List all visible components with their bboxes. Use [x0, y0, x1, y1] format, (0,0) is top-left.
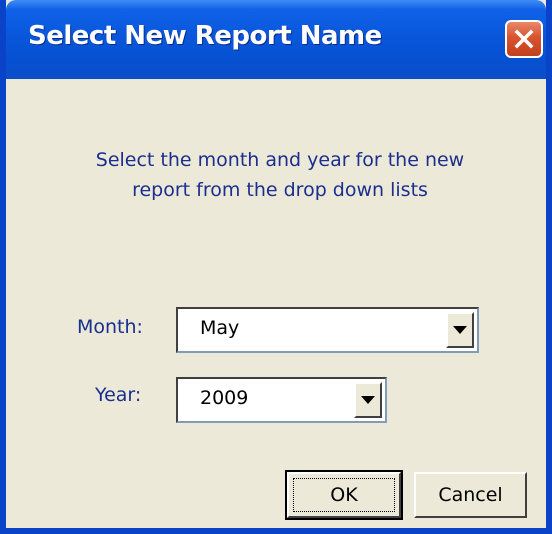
title-bar[interactable]: Select New Report Name	[6, 0, 546, 79]
ok-button-label: OK	[330, 484, 358, 506]
chevron-down-icon	[361, 396, 375, 404]
year-dropdown-button[interactable]	[354, 382, 382, 418]
month-selected-value: May	[200, 317, 240, 339]
month-dropdown-button[interactable]	[446, 312, 474, 348]
year-label: Year:	[95, 384, 142, 406]
ok-button[interactable]: OK	[285, 470, 403, 520]
close-button[interactable]	[505, 20, 543, 58]
cancel-button[interactable]: Cancel	[414, 472, 527, 518]
month-label: Month:	[77, 316, 143, 338]
instruction-text: Select the month and year for the new re…	[56, 145, 504, 205]
cancel-button-label: Cancel	[438, 484, 503, 506]
year-dropdown[interactable]: 2009	[176, 377, 387, 423]
month-dropdown[interactable]: May	[176, 307, 479, 353]
instruction-line-1: Select the month and year for the new	[95, 149, 465, 171]
window-title: Select New Report Name	[28, 21, 382, 51]
year-selected-value: 2009	[200, 387, 249, 409]
close-icon	[514, 29, 534, 49]
instruction-line-2: report from the drop down lists	[132, 179, 428, 201]
dialog-window: Select New Report Name Select the month …	[0, 0, 552, 534]
chevron-down-icon	[453, 326, 467, 334]
